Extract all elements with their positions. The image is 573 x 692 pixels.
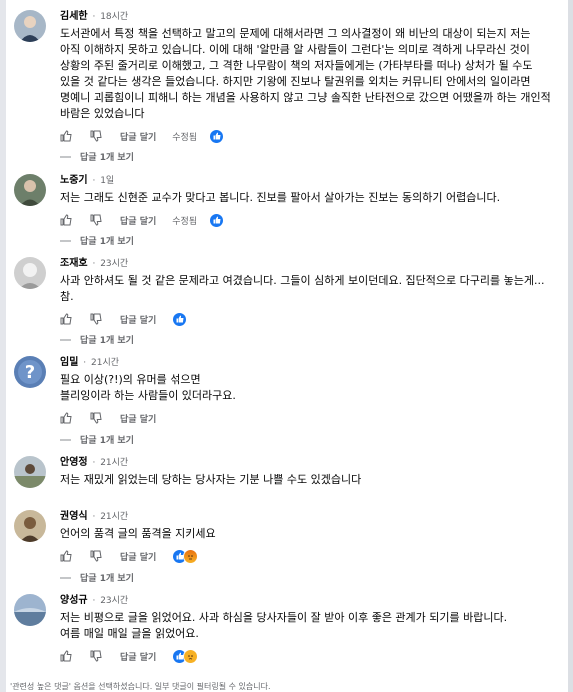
view-replies-button[interactable]: 답글 1개 보기 [60,571,134,584]
reaction-summary[interactable] [172,311,188,327]
view-replies-button[interactable]: 답글 1개 보기 [60,234,134,247]
right-scroll-edge[interactable] [568,0,573,692]
thumbs-down-icon[interactable] [90,313,102,325]
reply-button[interactable]: 답글 달기 [120,550,156,563]
avatar[interactable] [14,456,46,488]
like-reaction-icon [209,212,225,228]
svg-text:?: ? [25,362,35,383]
thumbs-down-icon[interactable] [90,550,102,562]
sad-reaction-icon [183,648,199,664]
thumbs-down-icon[interactable] [90,650,102,662]
comment-author[interactable]: 노중기 [60,175,88,186]
thumbs-up-icon[interactable] [60,550,72,562]
view-replies-button[interactable]: 답글 1개 보기 [60,150,134,163]
reply-arrow-icon [60,577,71,578]
comment-author[interactable]: 조재호 [60,258,88,269]
reaction-summary[interactable] [172,548,199,564]
comment-time[interactable]: 23시간 [100,596,128,606]
avatar[interactable] [14,174,46,206]
reply-arrow-icon [60,156,71,157]
comment-text: 저는 비평으로 글을 읽었어요. 사과 하심을 당사자들이 잘 받아 이후 좋은… [60,611,508,640]
comment-time[interactable]: 18시간 [100,12,128,22]
reply-button[interactable]: 답글 달기 [120,130,156,143]
avatar[interactable] [14,510,46,542]
comment-text: 필요 이상(?!)의 유머를 섞으면 블리잉이라 하는 사람들이 있더라구요. [60,373,236,402]
comment-author[interactable]: 임밀 [60,357,78,368]
comment-author[interactable]: 안영정 [60,457,88,468]
avatar[interactable] [14,10,46,42]
avatar[interactable] [14,594,46,626]
comment-text: 사과 안하셔도 될 것 같은 문제라고 여겼습니다. 그들이 심하게 보이던데요… [60,274,545,303]
reply-arrow-icon [60,439,71,440]
thumbs-up-icon[interactable] [60,214,72,226]
view-replies-button[interactable]: 답글 1개 보기 [60,433,134,446]
reply-button[interactable]: 답글 달기 [120,650,156,663]
comment-time[interactable]: 21시간 [91,358,119,368]
reply-button[interactable]: 답글 달기 [120,412,156,425]
comment-text: 언어의 품격 글의 품격을 지키세요 [60,527,216,540]
reaction-summary[interactable] [209,128,225,144]
comment-author[interactable]: 양성규 [60,595,88,606]
edited-label[interactable]: 수정됨 [172,130,197,143]
thumbs-up-icon[interactable] [60,650,72,662]
reply-button[interactable]: 답글 달기 [120,214,156,227]
reaction-summary[interactable] [209,212,225,228]
filter-notice: '관련성 높은 댓글' 옵션을 선택하셨습니다. 일부 댓글이 필터링될 수 있… [10,682,271,691]
reply-arrow-icon [60,240,71,241]
thumbs-up-icon[interactable] [60,130,72,142]
comment-time[interactable]: 23시간 [100,259,128,269]
edited-label[interactable]: 수정됨 [172,214,197,227]
thumbs-up-icon[interactable] [60,313,72,325]
comment-time[interactable]: 1일 [100,176,114,186]
reaction-summary[interactable] [172,648,199,664]
comment-text: 저는 그래도 신현준 교수가 맞다고 봅니다. 진보를 팔아서 살아가는 진보는… [60,191,501,204]
avatar[interactable]: ? [14,356,46,388]
thumbs-down-icon[interactable] [90,214,102,226]
like-reaction-icon [209,128,225,144]
comment-time[interactable]: 21시간 [100,512,128,522]
thumbs-down-icon[interactable] [90,130,102,142]
view-replies-button[interactable]: 답글 1개 보기 [60,333,134,346]
comment-time[interactable]: 21시간 [100,458,128,468]
reply-button[interactable]: 답글 달기 [120,313,156,326]
avatar[interactable] [14,257,46,289]
thumbs-up-icon[interactable] [60,412,72,424]
reply-arrow-icon [60,339,71,340]
thumbs-down-icon[interactable] [90,412,102,424]
like-reaction-icon [172,311,188,327]
comment-author[interactable]: 권영식 [60,511,88,522]
angry-reaction-icon [183,548,199,564]
comment-author[interactable]: 김세한 [60,11,88,22]
comment-text: 저는 재밌게 읽었는데 당하는 당사자는 기분 나쁠 수도 있겠습니다 [60,473,362,486]
comment-text: 도서관에서 특정 책을 선택하고 말고의 문제에 대해서라면 그 의사결정이 왜… [60,27,551,120]
